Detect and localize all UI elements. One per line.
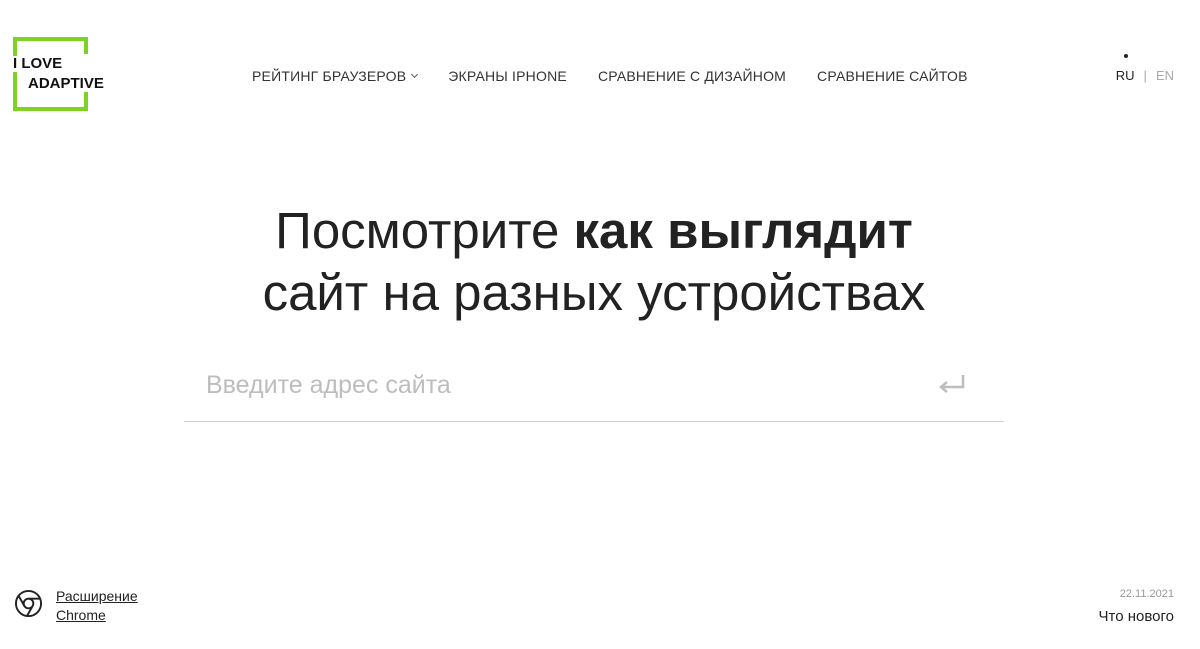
logo-frame [13,37,17,111]
hero-title: Посмотрите как выглядит сайт на разных у… [0,200,1188,324]
chrome-icon[interactable] [14,589,43,618]
logo-text-line2: ADAPTIVE [28,75,106,92]
logo-text-line1: I LOVE [13,55,65,72]
chevron-down-icon [411,70,419,79]
logo-frame [13,37,88,41]
nav-browser-rating-label: РЕЙТИНГ БРАУЗЕРОВ [252,68,407,84]
url-search [184,355,1004,422]
chrome-extension-line2: Chrome [56,607,106,623]
whats-new: 22.11.2021 Что нового [1099,587,1174,625]
news-date: 22.11.2021 [1119,588,1174,600]
hero-title-bold: как выглядит [573,202,913,259]
chrome-extension-link-wrap: Расширение Chrome [56,587,138,625]
hero-title-line2: сайт на разных устройствах [262,264,926,321]
logo-frame [84,91,88,111]
lang-ru[interactable]: RU [1115,54,1135,83]
logo-frame [13,107,88,111]
lang-en[interactable]: EN [1156,68,1174,83]
enter-icon[interactable] [937,372,967,394]
logo[interactable]: I LOVE ADAPTIVE [13,37,106,111]
hero-title-part1: Посмотрите [275,202,574,259]
language-switcher: RU | EN [1115,54,1174,83]
url-input[interactable] [206,363,906,407]
nav-sites-compare[interactable]: СРАВНЕНИЕ САЙТОВ [817,68,968,84]
chrome-extension: Расширение Chrome [14,587,138,625]
active-dot-icon [1123,54,1128,58]
nav-iphone-screens[interactable]: ЭКРАНЫ IPHONE [448,68,567,84]
lang-ru-label: RU [1115,68,1135,83]
logo-frame [84,37,88,54]
main-nav: РЕЙТИНГ БРАУЗЕРОВ ЭКРАНЫ IPHONE СРАВНЕНИ… [252,68,968,84]
lang-separator: | [1143,68,1147,83]
chrome-extension-line1: Расширение [56,588,138,604]
nav-browser-rating[interactable]: РЕЙТИНГ БРАУЗЕРОВ [252,68,419,84]
chrome-extension-link[interactable]: Расширение Chrome [56,587,138,625]
whats-new-link[interactable]: Что нового [1099,608,1174,625]
nav-design-compare[interactable]: СРАВНЕНИЕ С ДИЗАЙНОМ [598,68,786,84]
